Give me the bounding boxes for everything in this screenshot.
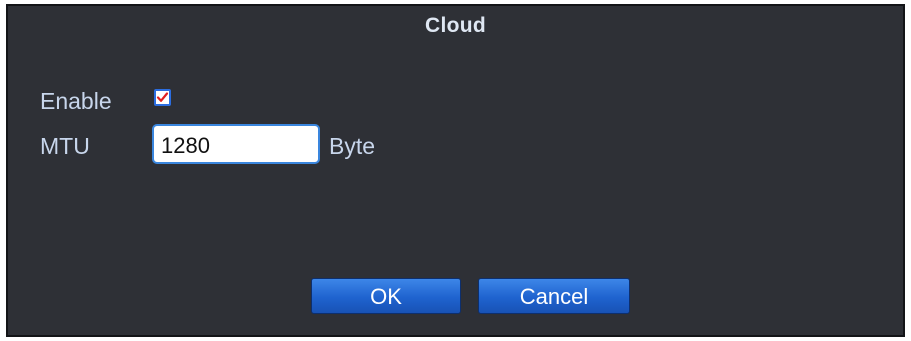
enable-label: Enable: [40, 88, 112, 114]
ok-button[interactable]: OK: [311, 278, 461, 314]
dialog-title: Cloud: [425, 14, 486, 37]
checkmark-icon: [156, 92, 169, 102]
cancel-button[interactable]: Cancel: [478, 278, 630, 314]
cloud-dialog: Cloud Enable MTU Byte OK Cancel: [6, 4, 905, 337]
mtu-label: MTU: [40, 133, 90, 159]
mtu-unit-label: Byte: [329, 133, 376, 159]
mtu-input[interactable]: [152, 124, 320, 164]
enable-checkbox[interactable]: [154, 89, 171, 106]
